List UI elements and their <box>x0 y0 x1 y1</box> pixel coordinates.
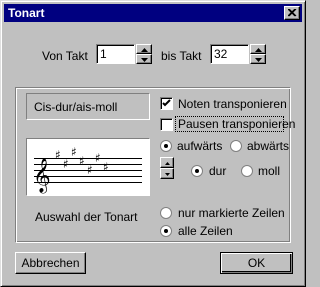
svg-text:♯: ♯ <box>103 160 109 174</box>
ok-button[interactable]: OK <box>220 252 293 274</box>
mode-minor-radio[interactable] <box>241 165 253 177</box>
tonart-dialog: Tonart Von Takt 1 bis Takt 32 Cis-dur/ai… <box>0 0 306 287</box>
staff-icon: 𝄞 ♯ ♯ ♯ ♯ ♯ ♯ ♯ <box>33 145 142 194</box>
transpose-notes-checkbox[interactable] <box>160 97 173 110</box>
key-down-button[interactable] <box>160 168 174 179</box>
key-name-display: Cis-dur/ais-moll <box>26 93 150 120</box>
checkmark-icon <box>162 99 171 107</box>
from-measure-spinner[interactable] <box>136 44 152 64</box>
close-button[interactable] <box>284 6 300 20</box>
mode-major-label[interactable]: dur <box>209 164 226 178</box>
from-measure-label: Von Takt <box>42 49 88 63</box>
title-bar: Tonart <box>4 4 302 22</box>
to-measure-down-button[interactable] <box>250 54 266 64</box>
key-signature-staff[interactable]: 𝄞 ♯ ♯ ♯ ♯ ♯ ♯ ♯ <box>26 138 150 196</box>
to-measure-label: bis Takt <box>161 49 202 63</box>
from-measure-down-button[interactable] <box>136 54 152 64</box>
direction-up-radio[interactable] <box>160 140 172 152</box>
transpose-notes-label[interactable]: Noten transponieren <box>178 97 287 111</box>
to-measure-input[interactable]: 32 <box>210 44 249 64</box>
svg-text:♯: ♯ <box>79 154 85 168</box>
transpose-rests-checkbox[interactable] <box>160 118 173 131</box>
to-measure-up-button[interactable] <box>250 44 266 54</box>
arrow-up-icon <box>255 48 262 52</box>
arrow-up-icon <box>141 48 148 52</box>
direction-up-label[interactable]: aufwärts <box>177 139 222 153</box>
mode-minor-label[interactable]: moll <box>258 164 280 178</box>
scope-marked-radio[interactable] <box>160 207 172 219</box>
window-title: Tonart <box>8 6 45 20</box>
svg-text:♯: ♯ <box>95 151 101 165</box>
mode-major-radio[interactable] <box>191 165 203 177</box>
scope-all-radio[interactable] <box>160 225 172 237</box>
direction-down-label[interactable]: abwärts <box>247 139 289 153</box>
direction-down-radio[interactable] <box>230 140 242 152</box>
to-measure-spinner[interactable] <box>250 44 266 64</box>
arrow-down-icon <box>141 58 148 62</box>
key-name-text: Cis-dur/ais-moll <box>34 100 118 114</box>
close-icon <box>288 9 297 17</box>
transpose-rests-label[interactable]: Pausen transponieren <box>178 117 295 131</box>
arrow-down-icon <box>255 58 262 62</box>
svg-text:♯: ♯ <box>71 145 77 159</box>
key-up-button[interactable] <box>160 157 174 168</box>
scope-marked-label[interactable]: nur markierte Zeilen <box>178 206 285 220</box>
arrow-up-icon <box>165 162 170 165</box>
svg-text:♯: ♯ <box>63 157 69 171</box>
key-caption: Auswahl der Tonart <box>35 210 138 224</box>
svg-text:♯: ♯ <box>87 163 93 177</box>
svg-text:♯: ♯ <box>55 148 61 162</box>
arrow-down-icon <box>165 173 170 176</box>
key-spinner[interactable] <box>160 157 174 179</box>
treble-clef-icon: 𝄞 <box>33 158 51 194</box>
from-measure-up-button[interactable] <box>136 44 152 54</box>
from-measure-input[interactable]: 1 <box>96 44 135 64</box>
scope-all-label[interactable]: alle Zeilen <box>178 224 233 238</box>
cancel-button[interactable]: Abbrechen <box>15 252 86 274</box>
